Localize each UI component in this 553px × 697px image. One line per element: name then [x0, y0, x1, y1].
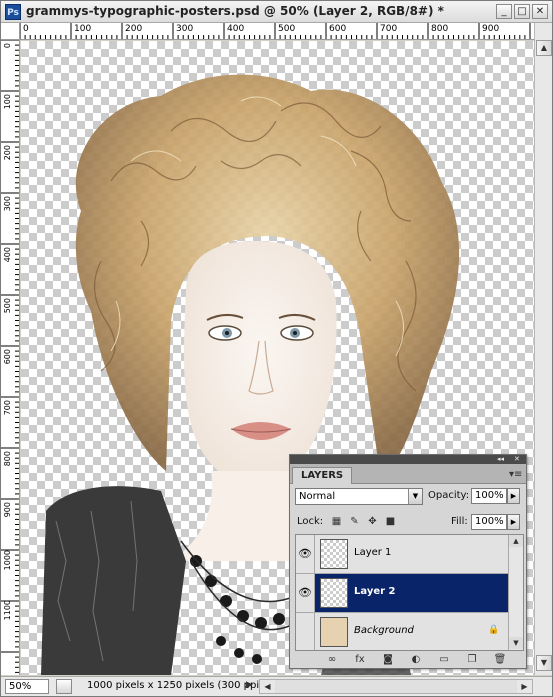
layer-list-scrollbar[interactable]: ▲ ▼ [508, 535, 523, 650]
new-layer-icon[interactable]: ❐ [464, 653, 480, 667]
ruler-label: 900 [3, 502, 12, 518]
document-size-info: 1000 pixels x 1250 pixels (300 ppi) [87, 680, 264, 691]
close-button[interactable]: ✕ [532, 4, 548, 19]
opacity-slider-arrow[interactable]: ▶ [507, 488, 520, 504]
adjustment-icon[interactable]: ◐ [408, 653, 424, 667]
ruler-vertical[interactable]: 0 100 200 300 400 500 600 700 800 900 10… [1, 40, 20, 675]
layer-row[interactable]: 👁 Background 🔒 [296, 613, 508, 650]
blend-mode-select[interactable]: Normal ▼ [295, 488, 423, 505]
lock-label: Lock: [297, 516, 324, 527]
layer-thumbnail [320, 617, 348, 647]
layer-name: Background [354, 625, 414, 636]
ruler-label: 600 [3, 349, 12, 365]
ruler-label: 200 [3, 145, 12, 161]
opacity-field[interactable]: 100% [471, 488, 507, 504]
folder-icon[interactable]: ▭ [436, 653, 452, 667]
horizontal-scrollbar[interactable]: ◀ ▶ [259, 679, 533, 694]
ruler-label: 800 [3, 451, 12, 467]
layer-thumbnail [320, 539, 348, 569]
layer-name: Layer 2 [354, 586, 396, 597]
ruler-horizontal-ticks [20, 23, 531, 39]
panel-menu-icon[interactable]: ▾≡ [509, 469, 522, 480]
eye-icon[interactable]: 👁 [296, 613, 315, 650]
ruler-label: 700 [380, 24, 398, 34]
ruler-label: 600 [329, 24, 347, 34]
layer-thumbnail [320, 578, 348, 608]
ruler-label: 500 [3, 298, 12, 314]
scroll-right-arrow[interactable]: ▶ [517, 680, 532, 693]
ruler-label: 200 [125, 24, 143, 34]
scroll-up-arrow[interactable]: ▲ [536, 40, 552, 56]
ruler-label: 100 [3, 94, 12, 110]
layer-name: Layer 1 [354, 547, 392, 558]
fill-field[interactable]: 100% [471, 514, 507, 530]
panel-header-strip[interactable]: ◂◂ ✕ [290, 455, 526, 464]
scroll-down-arrow[interactable]: ▼ [536, 655, 552, 671]
ruler-label: 700 [3, 400, 12, 416]
fill-slider-arrow[interactable]: ▶ [507, 514, 520, 530]
layer-row[interactable]: 👁 Layer 1 [296, 535, 508, 574]
lock-move-icon[interactable]: ✥ [366, 515, 379, 528]
ruler-label: 400 [227, 24, 245, 34]
lock-brush-icon[interactable]: ✎ [348, 515, 361, 528]
panel-tab-bar: LAYERS ▾≡ [290, 464, 526, 484]
window-title: grammys-typographic-posters.psd @ 50% (L… [26, 4, 444, 18]
title-bar[interactable]: Ps grammys-typographic-posters.psd @ 50%… [1, 1, 552, 23]
ruler-label: 300 [3, 196, 12, 212]
ruler-horizontal[interactable]: 0 100 200 300 400 500 600 700 800 900 [20, 23, 534, 40]
maximize-button[interactable]: □ [514, 4, 530, 19]
ruler-corner[interactable] [1, 23, 20, 40]
zoom-level-field[interactable]: 50% [5, 679, 49, 694]
collapse-icon[interactable]: ◂◂ [497, 455, 504, 464]
photoshop-app-icon: Ps [5, 4, 21, 20]
ruler-label: 900 [482, 24, 500, 34]
document-window: Ps grammys-typographic-posters.psd @ 50%… [0, 0, 553, 697]
ruler-label: 300 [176, 24, 194, 34]
ruler-label: 100 [74, 24, 92, 34]
ruler-label: 800 [431, 24, 449, 34]
ruler-label: 0 [23, 24, 29, 34]
chevron-down-icon: ▼ [408, 489, 422, 504]
status-menu-arrow[interactable]: ▶ [246, 680, 253, 690]
tab-layers[interactable]: LAYERS [292, 467, 353, 484]
eye-icon[interactable]: 👁 [296, 574, 315, 612]
fx-icon[interactable]: fx [352, 653, 368, 667]
blend-mode-value: Normal [299, 491, 336, 502]
scroll-down-arrow[interactable]: ▼ [509, 637, 523, 649]
trash-icon[interactable]: 🗑 [492, 653, 508, 667]
layer-row-selected[interactable]: 👁 Layer 2 [296, 574, 508, 613]
status-info-button[interactable] [56, 679, 72, 694]
lock-all-icon[interactable]: ■ [384, 515, 397, 528]
fill-label: Fill: [451, 516, 468, 527]
vertical-scrollbar[interactable]: ▲ ▼ [534, 23, 552, 675]
scroll-up-arrow[interactable]: ▲ [509, 535, 523, 547]
panel-footer: ∞ fx ◙ ◐ ▭ ❐ 🗑 [290, 652, 526, 668]
scroll-left-arrow[interactable]: ◀ [260, 680, 275, 693]
ruler-label: 1000 [3, 550, 12, 571]
minimize-button[interactable]: _ [496, 4, 512, 19]
layers-panel: ◂◂ ✕ LAYERS ▾≡ Normal ▼ Opacity: 100% ▶ … [289, 454, 527, 669]
lock-transparent-icon[interactable]: ▦ [330, 515, 343, 528]
lock-icon: 🔒 [488, 625, 500, 635]
close-icon[interactable]: ✕ [514, 455, 520, 464]
ruler-label: 1100 [3, 600, 12, 621]
ruler-label: 400 [3, 247, 12, 263]
eye-icon[interactable]: 👁 [296, 535, 315, 573]
ruler-label: 0 [3, 43, 12, 49]
opacity-label: Opacity: [428, 490, 470, 501]
mask-icon[interactable]: ◙ [380, 653, 396, 667]
status-bar: 50% 1000 pixels x 1250 pixels (300 ppi) … [1, 676, 552, 696]
link-icon[interactable]: ∞ [324, 653, 340, 667]
ruler-label: 500 [278, 24, 296, 34]
layer-list: 👁 Layer 1 👁 Layer 2 👁 Background 🔒 ▲ ▼ [295, 534, 524, 651]
